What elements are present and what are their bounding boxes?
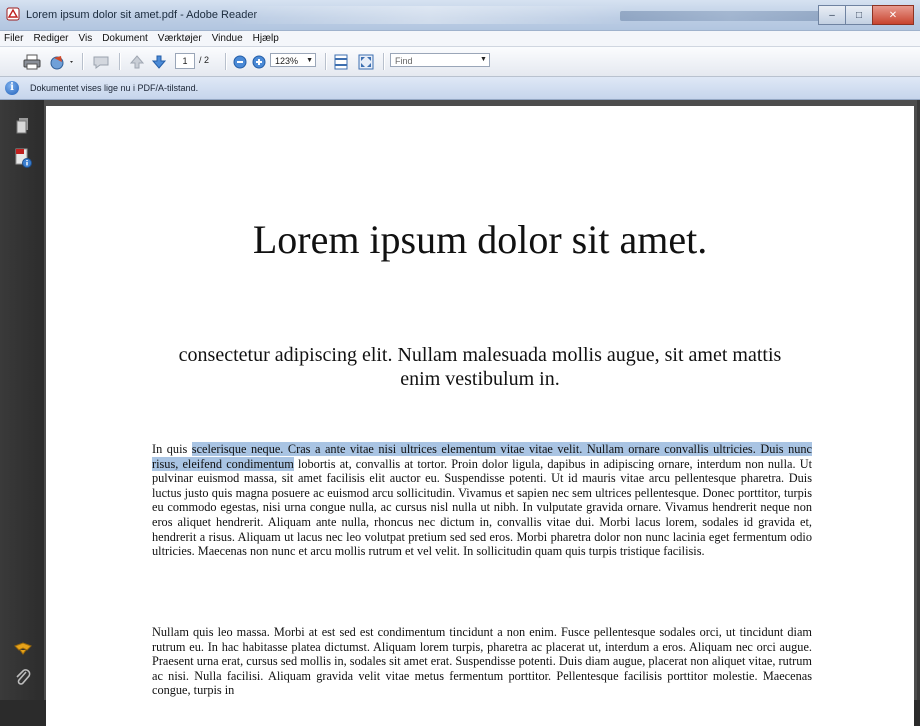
pdf-page: Lorem ipsum dolor sit amet. consectetur …: [46, 106, 914, 726]
zoom-select[interactable]: 123% ▼: [270, 53, 316, 67]
comment-button[interactable]: [90, 52, 112, 71]
next-page-button[interactable]: [150, 52, 168, 71]
zoom-out-icon: [233, 55, 247, 68]
sign-icon[interactable]: [14, 638, 32, 658]
print-button[interactable]: [22, 52, 42, 71]
minimize-button[interactable]: –: [818, 5, 846, 25]
comment-icon: [93, 56, 109, 69]
chevron-down-icon: ▼: [306, 57, 313, 64]
pdfa-info-bar: i Dokumentet vises lige nu i PDF/A-tilst…: [0, 77, 920, 100]
page-total: / 2: [199, 55, 210, 65]
menu-vis[interactable]: Vis: [73, 33, 97, 44]
info-message: Dokumentet vises lige nu i PDF/A-tilstan…: [30, 83, 199, 93]
maximize-button[interactable]: □: [845, 5, 873, 25]
share-icon: [50, 55, 73, 69]
menu-dokument[interactable]: Dokument: [97, 33, 153, 44]
pages-icon[interactable]: [14, 116, 32, 136]
next-page-icon: [151, 55, 167, 69]
zoom-in-icon: [252, 55, 266, 68]
find-input[interactable]: Find: [390, 53, 490, 67]
zoom-out-button[interactable]: [232, 52, 248, 71]
menu-bar: Filer Rediger Vis Dokument Værktøjer Vin…: [0, 31, 920, 47]
attachments-pdf-icon[interactable]: [14, 148, 32, 168]
fit-page-button[interactable]: [331, 52, 351, 71]
page-number-input[interactable]: 1: [175, 53, 195, 69]
full-screen-icon: [358, 54, 374, 69]
find-options-chevron-icon[interactable]: ▼: [480, 56, 487, 63]
previous-page-icon: [129, 54, 145, 68]
menu-vaerktoejer[interactable]: Værktøjer: [153, 33, 207, 44]
toolbar: 1 / 2 123% ▼ Find ▼: [0, 47, 920, 77]
zoom-in-button[interactable]: [251, 52, 267, 71]
previous-page-button[interactable]: [128, 52, 146, 71]
full-screen-button[interactable]: [356, 52, 376, 71]
document-title: Lorem ipsum dolor sit amet.: [252, 217, 708, 262]
info-icon: i: [5, 81, 19, 95]
menu-filer[interactable]: Filer: [0, 33, 28, 44]
document-viewport[interactable]: Lorem ipsum dolor sit amet. consectetur …: [44, 100, 920, 726]
navigation-pane: [0, 100, 44, 700]
paragraph-1-rest: lobortis at, convallis at tortor. Proin …: [152, 456, 812, 559]
paragraph-1-start: In quis: [152, 442, 192, 456]
zoom-value: 123%: [275, 56, 299, 66]
document-subtitle: consectetur adipiscing elit. Nullam male…: [178, 344, 782, 390]
print-icon: [23, 54, 41, 69]
menu-hjaelp[interactable]: Hjælp: [248, 33, 284, 44]
window-title: Lorem ipsum dolor sit amet.pdf - Adobe R…: [26, 9, 258, 21]
body-paragraph-1[interactable]: In quis scelerisque neque. Cras a ante v…: [152, 442, 812, 559]
fit-page-icon: [334, 54, 348, 69]
close-button[interactable]: ✕: [872, 5, 914, 25]
menu-vindue[interactable]: Vindue: [207, 33, 248, 44]
title-bar: Lorem ipsum dolor sit amet.pdf - Adobe R…: [0, 0, 920, 31]
menu-rediger[interactable]: Rediger: [28, 33, 73, 44]
body-paragraph-2[interactable]: Nullam quis leo massa. Morbi at est sed …: [152, 625, 812, 698]
paperclip-icon[interactable]: [14, 668, 32, 688]
share-button[interactable]: [48, 52, 76, 71]
adobe-reader-icon: [6, 7, 20, 21]
